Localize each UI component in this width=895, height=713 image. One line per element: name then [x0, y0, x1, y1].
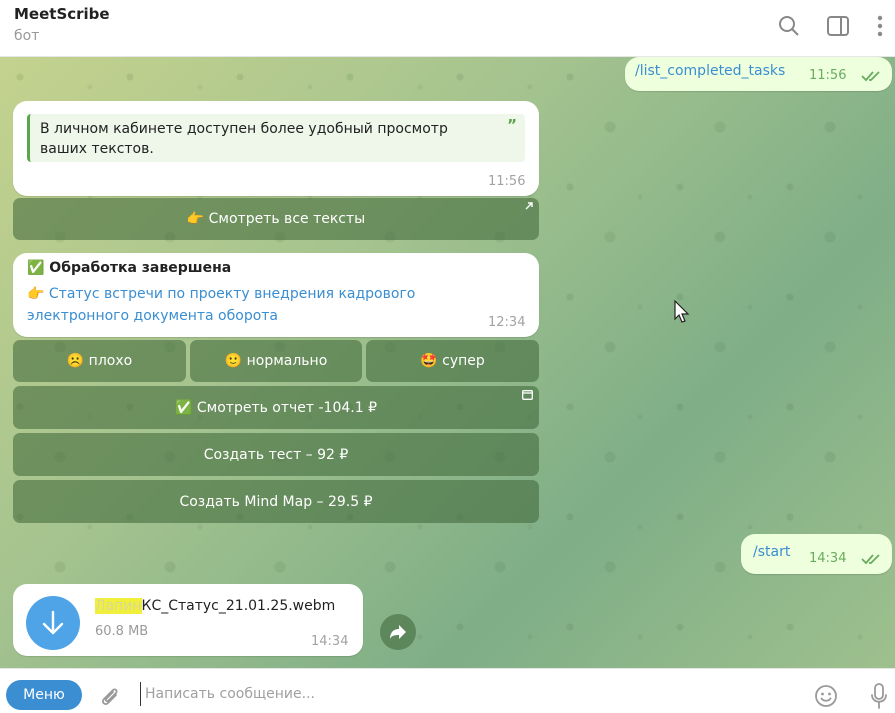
button-label: ☹️ плохо [66, 353, 133, 369]
quote-icon: ” [507, 116, 517, 134]
emoji-icon[interactable] [813, 683, 839, 709]
chat-title[interactable]: MeetScribe [14, 5, 110, 23]
double-check-icon [861, 554, 880, 565]
message-composer: Меню [0, 668, 895, 713]
incoming-message[interactable]: ✅ Обработка завершена 👉 Статус встречи п… [13, 253, 539, 337]
redacted-name: Лапин [95, 598, 142, 614]
button-label: 🤩 супер [420, 353, 485, 369]
file-size: 60.8 MB [95, 624, 149, 639]
view-all-texts-button[interactable]: 👉 Смотреть все тексты [13, 198, 539, 240]
file-name-text: КС_Статус_21.01.25.webm [141, 598, 336, 614]
incoming-message[interactable]: В личном кабинете доступен более удобный… [13, 101, 539, 196]
webapp-icon [522, 390, 533, 403]
button-label: 🙂 нормально [224, 353, 328, 369]
chat-subtitle: бот [14, 28, 40, 44]
button-label: Создать Mind Map – 29.5 ₽ [179, 493, 373, 510]
create-test-button[interactable]: Создать тест – 92 ₽ [13, 433, 539, 476]
message-time: 14:34 [311, 634, 349, 649]
mouse-cursor-icon [674, 300, 690, 323]
button-label: Создать тест – 92 ₽ [203, 446, 349, 463]
file-message[interactable]: ЛапинКС_Статус_21.01.25.webm 60.8 MB 14:… [13, 584, 363, 656]
forward-button[interactable] [380, 614, 416, 650]
download-icon[interactable] [26, 596, 80, 650]
rating-normal-button[interactable]: 🙂 нормально [190, 340, 362, 382]
double-check-icon [861, 71, 880, 82]
view-report-button[interactable]: ✅ Смотреть отчет -104.1 ₽ [13, 386, 539, 429]
button-label: 👉 Смотреть все тексты [186, 211, 366, 227]
rating-super-button[interactable]: 🤩 супер [366, 340, 539, 382]
message-time: 11:56 [488, 174, 526, 189]
message-time: 14:34 [809, 551, 847, 566]
button-label: ✅ Смотреть отчет -104.1 ₽ [175, 399, 377, 416]
microphone-icon[interactable] [866, 683, 892, 709]
chat-header: MeetScribe бот [0, 0, 895, 57]
command-link[interactable]: /list_completed_tasks [635, 63, 785, 79]
outgoing-message[interactable]: /start 14:34 [741, 534, 892, 574]
meeting-link[interactable]: 👉 Статус встречи по проекту внедрения ка… [27, 283, 487, 327]
message-time: 11:56 [809, 68, 847, 83]
file-name[interactable]: ЛапинКС_Статус_21.01.25.webm [95, 598, 335, 614]
chat-area[interactable]: /list_completed_tasks 11:56 В личном каб… [0, 57, 895, 668]
more-icon[interactable] [867, 13, 893, 39]
attach-icon[interactable] [97, 683, 123, 709]
search-icon[interactable] [776, 13, 802, 39]
external-link-icon [524, 202, 533, 214]
message-time: 12:34 [488, 315, 526, 330]
command-link[interactable]: /start [753, 544, 790, 560]
message-input[interactable] [140, 682, 780, 706]
status-title: ✅ Обработка завершена [27, 260, 232, 276]
quote-block: В личном кабинете доступен более удобный… [27, 114, 525, 162]
forward-icon [390, 625, 406, 639]
sidebar-toggle-icon[interactable] [825, 13, 851, 39]
create-mindmap-button[interactable]: Создать Mind Map – 29.5 ₽ [13, 480, 539, 523]
menu-button[interactable]: Меню [6, 680, 82, 710]
quote-text: В личном кабинете доступен более удобный… [40, 121, 448, 157]
outgoing-message[interactable]: /list_completed_tasks 11:56 [625, 57, 892, 91]
rating-bad-button[interactable]: ☹️ плохо [13, 340, 186, 382]
